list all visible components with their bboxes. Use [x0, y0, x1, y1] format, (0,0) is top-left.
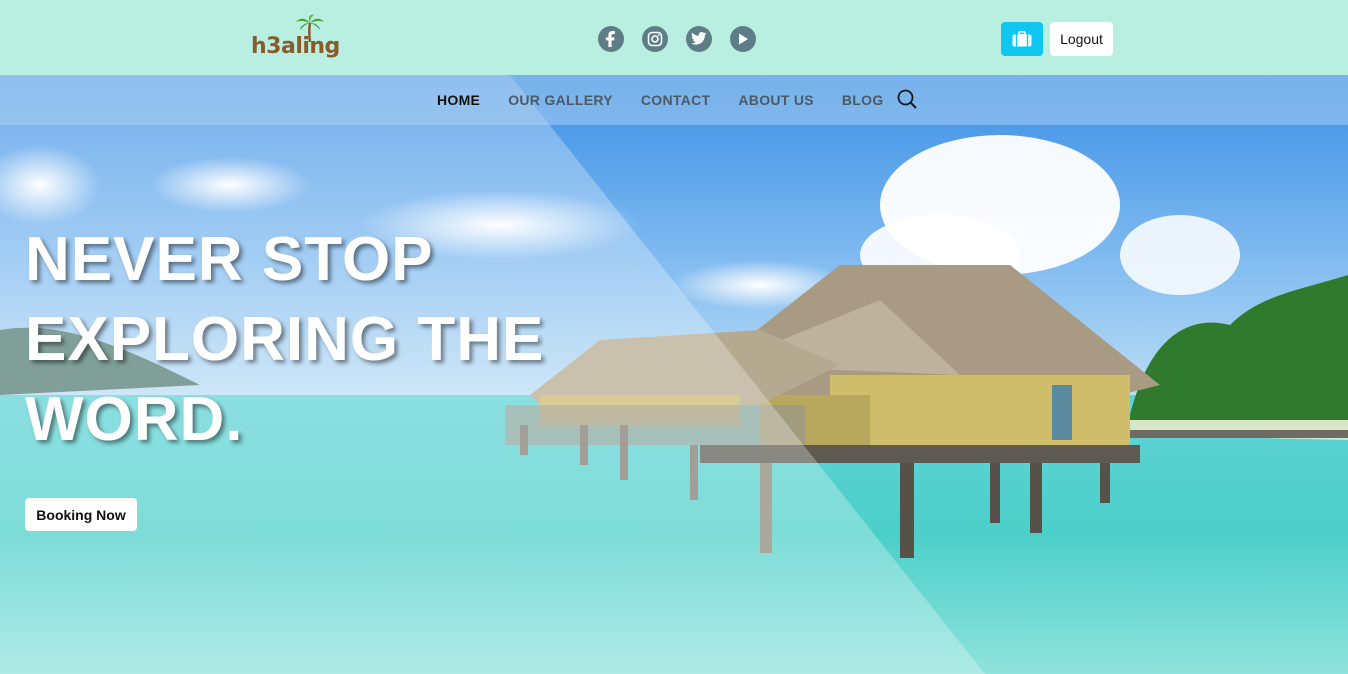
nav-item-our-gallery[interactable]: OUR GALLERY [508, 92, 613, 108]
main-nav: HOME OUR GALLERY CONTACT ABOUT US BLOG [0, 75, 1348, 125]
hero-headline: NEVER STOP EXPLORING THE WORD. [25, 220, 585, 460]
cart-button[interactable] [1001, 22, 1043, 56]
logout-button[interactable]: Logout [1050, 22, 1113, 56]
social-links [598, 26, 756, 52]
search-icon[interactable] [897, 89, 917, 109]
nav-item-contact[interactable]: CONTACT [641, 92, 711, 108]
headline-line-1: NEVER STOP [25, 225, 434, 294]
twitter-icon [691, 32, 707, 45]
headline-line-2: EXPLORING THE [25, 305, 545, 374]
booking-now-button[interactable]: Booking Now [25, 498, 137, 531]
nav-links: HOME OUR GALLERY CONTACT ABOUT US BLOG [437, 92, 912, 108]
palm-tree-icon [296, 14, 324, 42]
nav-item-about-us[interactable]: ABOUT US [738, 92, 814, 108]
site-logo[interactable]: h3aling [251, 14, 341, 66]
youtube-link[interactable] [730, 26, 756, 52]
instagram-link[interactable] [642, 26, 668, 52]
instagram-icon [647, 31, 663, 47]
youtube-icon [739, 33, 748, 45]
facebook-link[interactable] [598, 26, 624, 52]
nav-item-home[interactable]: HOME [437, 92, 480, 108]
nav-item-blog[interactable]: BLOG [842, 92, 884, 108]
briefcase-icon [1012, 31, 1032, 47]
top-bar: h3aling Logout [0, 0, 1348, 75]
twitter-link[interactable] [686, 26, 712, 52]
headline-line-3: WORD. [25, 385, 244, 454]
facebook-icon [605, 31, 615, 47]
